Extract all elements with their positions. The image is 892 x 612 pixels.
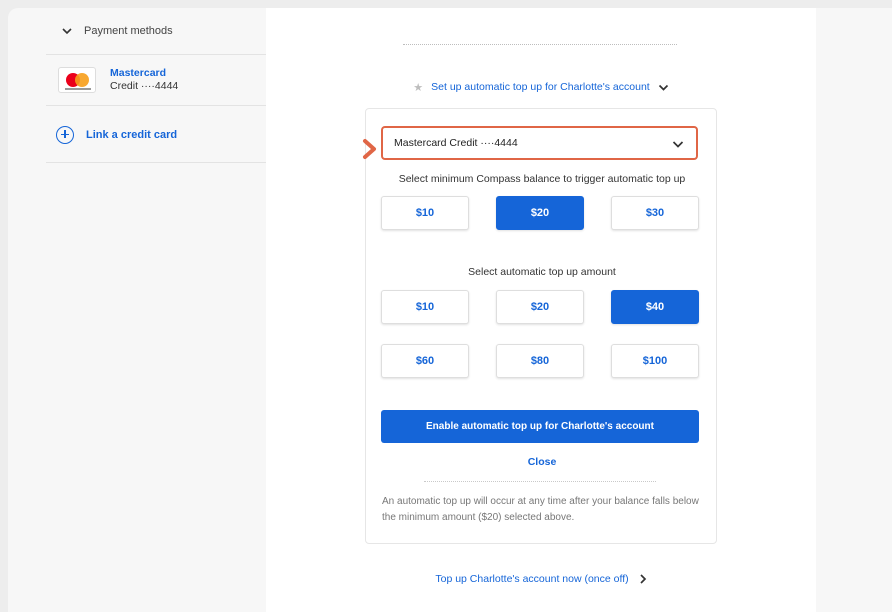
topup-option[interactable]: $20 [496, 290, 584, 324]
star-icon: ★ [413, 81, 424, 94]
chevron-down-icon [658, 84, 668, 91]
min-balance-option[interactable]: $30 [611, 196, 699, 230]
plus-circle-icon [56, 125, 74, 144]
topup-now-label: Top up Charlotte's account now (once off… [435, 573, 629, 585]
app-frame: Payment methods Mastercard Credit ····44… [8, 8, 892, 612]
topup-option[interactable]: $10 [381, 290, 469, 324]
topup-amount-label: Select automatic top up amount [468, 266, 616, 278]
link-credit-card-button[interactable]: Link a credit card [46, 107, 274, 163]
min-balance-label: Select minimum Compass balance to trigge… [398, 173, 686, 185]
min-balance-option[interactable]: $10 [381, 196, 469, 230]
topup-option[interactable]: $100 [611, 344, 699, 378]
link-credit-card-label: Link a credit card [86, 128, 178, 141]
divider [403, 44, 677, 45]
auto-topup-note: An automatic top up will occur at any ti… [382, 496, 699, 523]
close-link[interactable]: Close [366, 456, 718, 468]
auto-topup-panel: Mastercard Credit ····4444 Select minimu… [365, 108, 717, 544]
mastercard-logo-icon [58, 67, 96, 93]
topup-option[interactable]: $60 [381, 344, 469, 378]
chevron-right-icon [640, 574, 646, 584]
min-balance-option-selected[interactable]: $20 [496, 196, 584, 230]
payment-methods-header[interactable]: Payment methods [46, 8, 274, 53]
card-select-value: Mastercard Credit ····4444 [394, 137, 518, 149]
topup-option[interactable]: $80 [496, 344, 584, 378]
chevron-down-icon [62, 27, 72, 34]
setup-label: Set up automatic top up for Charlotte's … [431, 81, 650, 93]
setup-toggle[interactable]: ★ Set up automatic top up for Charlotte'… [266, 78, 816, 96]
main-content: ★ Set up automatic top up for Charlotte'… [266, 8, 816, 612]
saved-card-item[interactable]: Mastercard Credit ····4444 [46, 54, 274, 106]
topup-now-link[interactable]: Top up Charlotte's account now (once off… [266, 573, 816, 585]
chevron-down-icon [672, 141, 684, 148]
divider [424, 481, 656, 482]
topup-option-selected[interactable]: $40 [611, 290, 699, 324]
card-detail: Credit ····4444 [110, 80, 179, 92]
pointer-arrow-icon [363, 139, 376, 159]
sidebar: Payment methods Mastercard Credit ····44… [46, 8, 274, 612]
card-name: Mastercard [110, 67, 167, 79]
card-select[interactable]: Mastercard Credit ····4444 [381, 126, 698, 160]
payment-methods-label: Payment methods [84, 24, 173, 37]
enable-auto-topup-button[interactable]: Enable automatic top up for Charlotte's … [381, 410, 699, 443]
